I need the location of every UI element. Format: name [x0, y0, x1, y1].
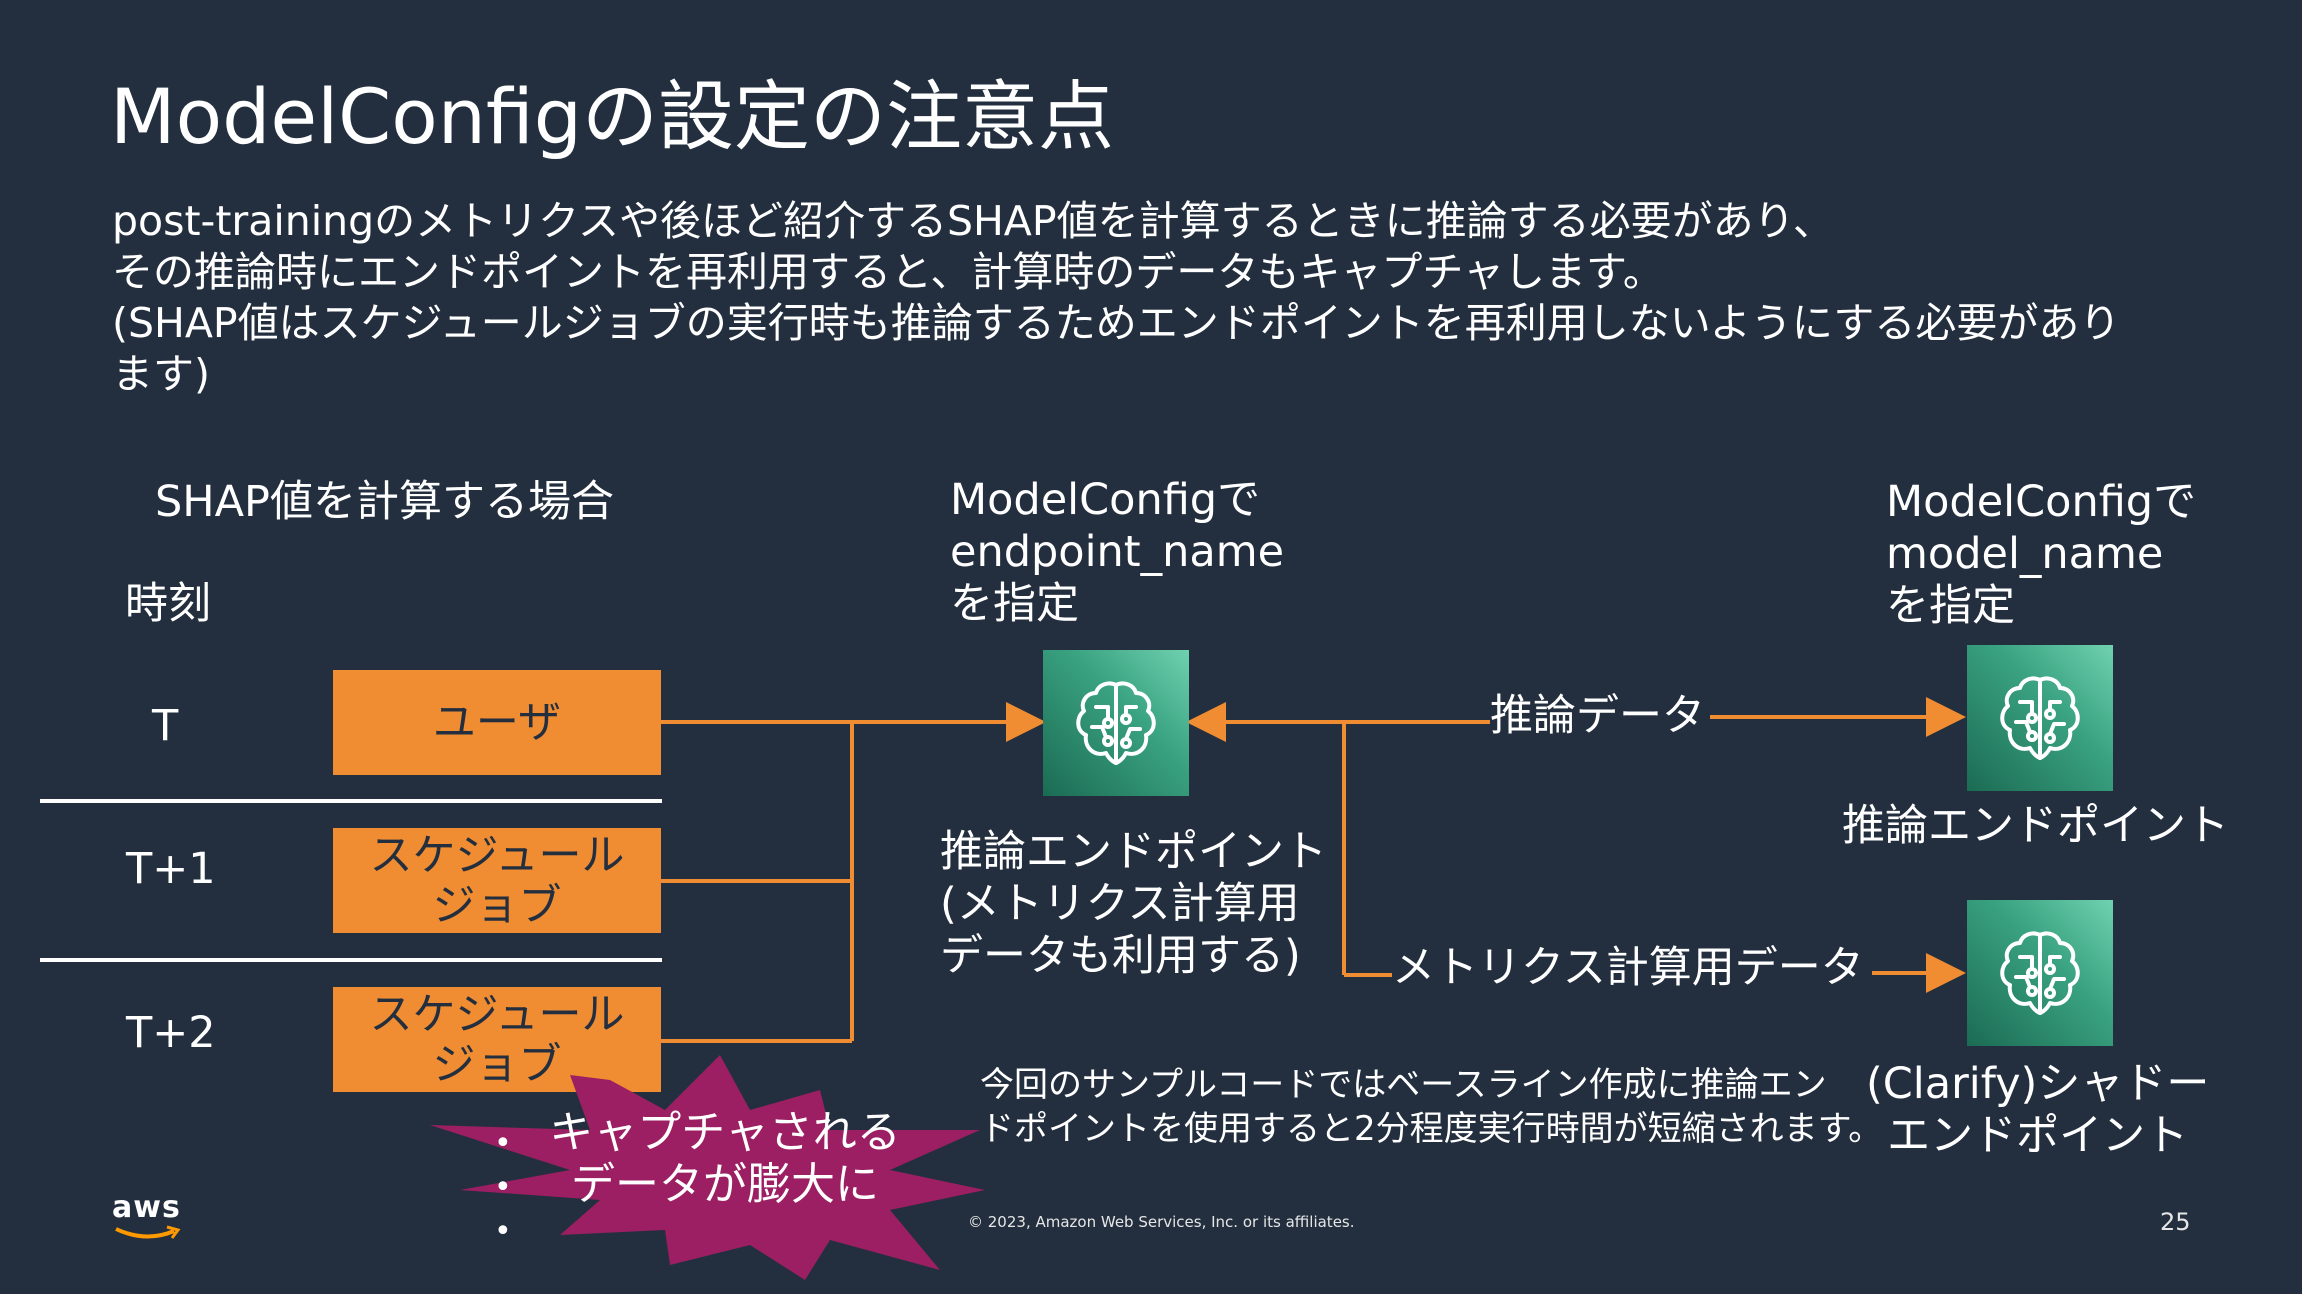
note-line: ドポイントを使用すると2分程度実行時間が短縮されます。	[980, 1109, 1883, 1149]
center-endpoint-line: データも利用する)	[940, 931, 1301, 981]
row-divider	[40, 799, 662, 803]
center-endpoint-label: 推論エンドポイント (メトリクス計算用 データも利用する)	[940, 826, 1327, 982]
scheduled-job-label: スケジュール	[369, 989, 625, 1040]
right-endpoint-label: 推論エンドポイント	[1842, 801, 2229, 851]
shadow-endpoint-label: (Clarify)シャドー エンドポイント	[1866, 1058, 2209, 1162]
user-box-label: ユーザ	[432, 697, 562, 748]
endpoint-config-line: ModelConfigで	[950, 475, 1261, 525]
scheduled-job-box: スケジュール ジョブ	[333, 828, 661, 933]
time-label: T	[152, 701, 179, 751]
user-box: ユーザ	[333, 670, 661, 775]
scheduled-job-label: ジョブ	[432, 880, 562, 931]
model-config-label: ModelConfigで model_name を指定	[1886, 476, 2196, 632]
endpoint-config-line: endpoint_name	[950, 527, 1285, 577]
bullet-dot: •	[494, 1170, 512, 1205]
aws-logo: aws	[112, 1190, 182, 1247]
model-config-line: ModelConfigで	[1886, 477, 2197, 527]
center-endpoint-line: (メトリクス計算用	[940, 879, 1300, 929]
inference-endpoint-icon	[1967, 645, 2113, 791]
bullet-dot: •	[494, 1126, 512, 1161]
bullet-list: • • •	[494, 1122, 512, 1254]
time-label: T+1	[126, 844, 216, 894]
inference-endpoint-icon	[1043, 650, 1189, 796]
burst-line: データが膨大に	[571, 1159, 879, 1210]
bullet-dot: •	[494, 1214, 512, 1249]
burst-line: キャプチャされる	[549, 1107, 901, 1158]
shadow-endpoint-icon	[1967, 900, 2113, 1046]
note-text: 今回のサンプルコードではベースライン作成に推論エン ドポイントを使用すると2分程…	[980, 1063, 1882, 1151]
time-header: 時刻	[125, 579, 211, 629]
diagram-heading: SHAP値を計算する場合	[155, 477, 614, 527]
burst-text: キャプチャされる データが膨大に	[520, 1107, 930, 1211]
endpoint-config-label: ModelConfigで endpoint_name を指定	[950, 474, 1284, 630]
shadow-endpoint-line: (Clarify)シャドー	[1866, 1059, 2210, 1109]
row-divider	[40, 958, 662, 962]
inference-data-label: 推論データ	[1490, 691, 1705, 741]
model-config-line: model_name	[1886, 529, 2164, 579]
metrics-data-label: メトリクス計算用データ	[1392, 943, 1864, 993]
endpoint-config-line: を指定	[950, 579, 1079, 629]
center-endpoint-line: 推論エンドポイント	[940, 827, 1327, 877]
page-number: 25	[2160, 1208, 2191, 1236]
copyright: © 2023, Amazon Web Services, Inc. or its…	[968, 1213, 1355, 1231]
aws-smile-icon	[115, 1225, 181, 1239]
shadow-endpoint-line: エンドポイント	[1887, 1111, 2189, 1161]
model-config-line: を指定	[1886, 581, 2015, 631]
scheduled-job-label: スケジュール	[369, 830, 625, 881]
time-label: T+2	[126, 1008, 216, 1058]
aws-logo-text: aws	[112, 1190, 181, 1225]
note-line: 今回のサンプルコードではベースライン作成に推論エン	[980, 1065, 1827, 1105]
